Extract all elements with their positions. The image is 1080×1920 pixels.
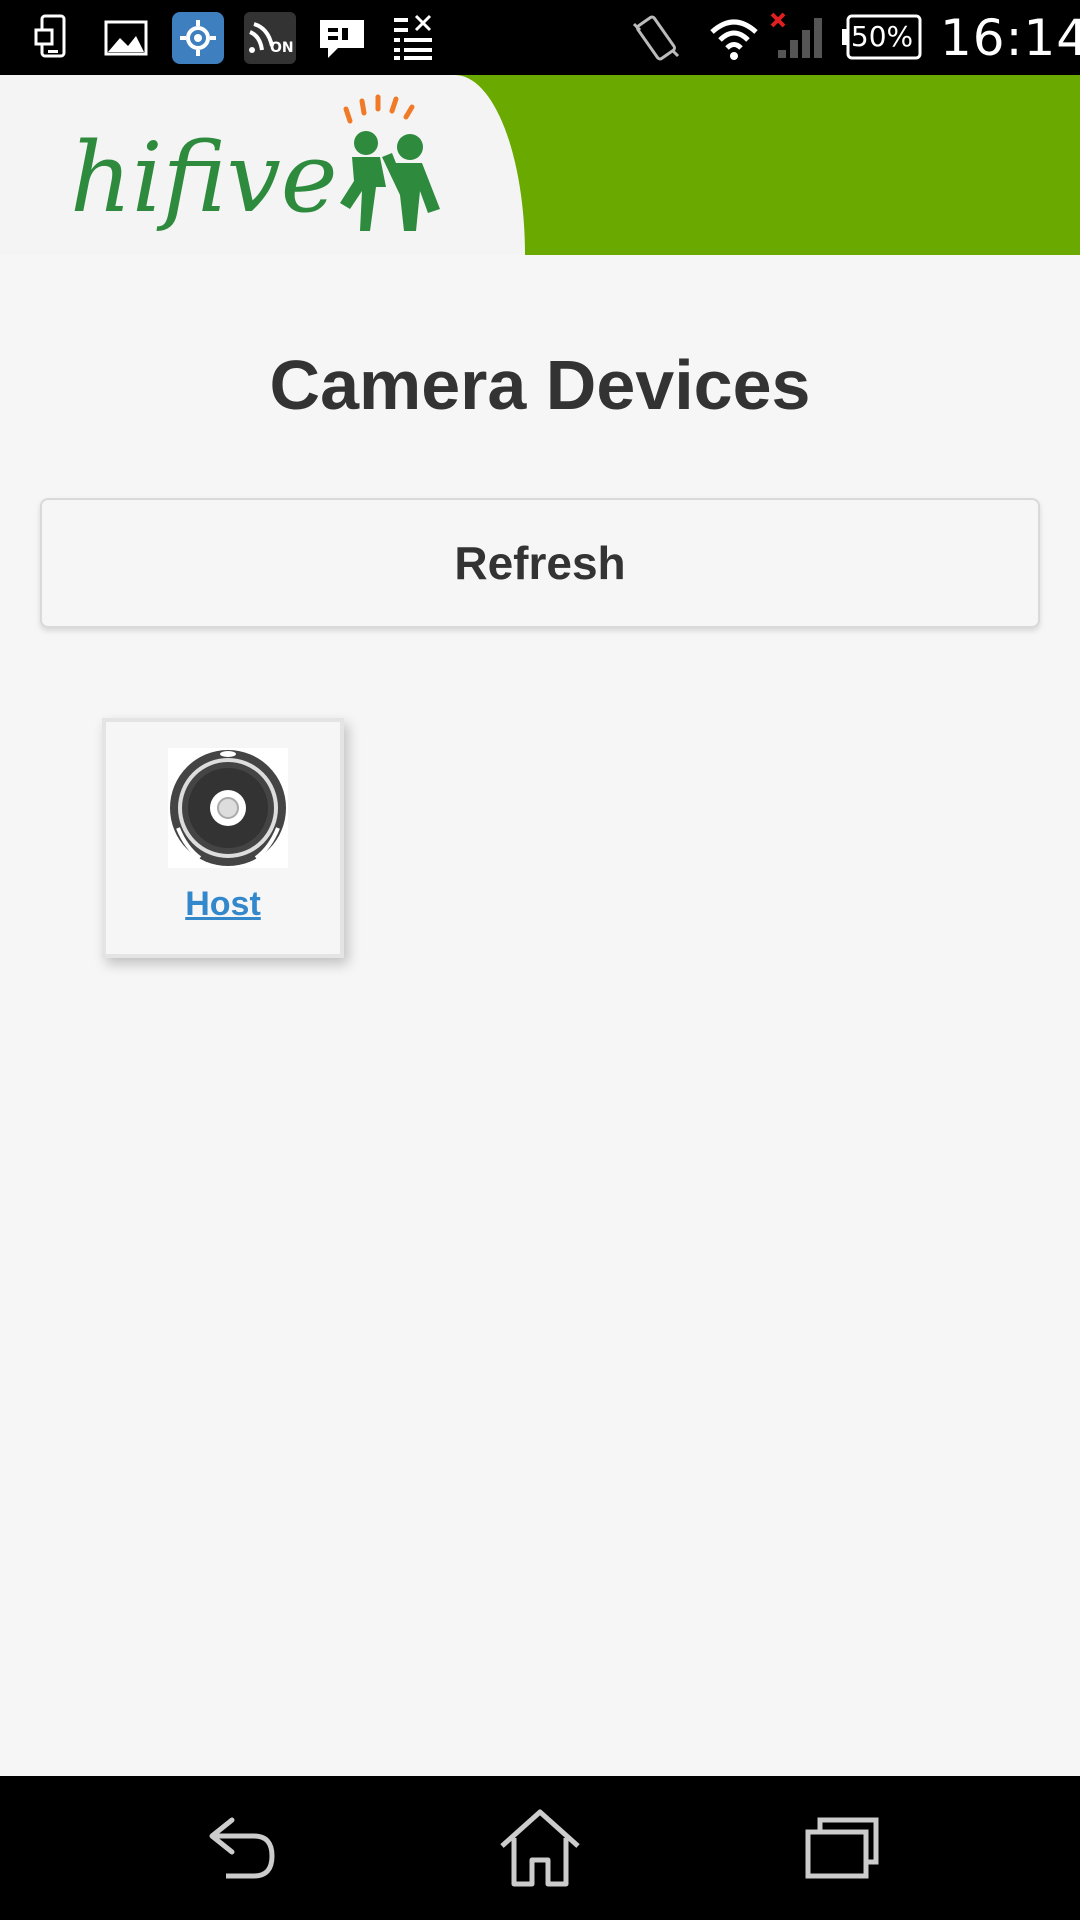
status-bar: ON 50% 16:14: [0, 0, 1080, 75]
wifi-icon: [706, 10, 762, 66]
device-card-host[interactable]: Host: [102, 718, 344, 958]
message-icon: [314, 10, 370, 66]
clock: 16:14: [940, 9, 1080, 67]
logo-area: hifive: [0, 75, 525, 255]
robot-camera-icon[interactable]: [168, 748, 288, 868]
recent-apps-icon[interactable]: [790, 1798, 890, 1898]
home-icon[interactable]: [490, 1798, 590, 1898]
nfc-on-icon: ON: [242, 10, 298, 66]
no-signal-icon: [770, 10, 826, 66]
nfc-label: ON: [270, 40, 294, 56]
refresh-button[interactable]: Refresh: [40, 498, 1040, 628]
settings-gear-icon: [170, 10, 226, 66]
logo-text: hifive: [70, 122, 338, 234]
battery-level: 50%: [850, 20, 914, 53]
vibrate-icon: [628, 10, 684, 66]
hifive-logo: hifive: [70, 94, 440, 234]
clear-list-icon: [386, 10, 442, 66]
back-icon[interactable]: [192, 1798, 292, 1898]
app-header: hifive: [0, 75, 1080, 255]
page-title: Camera Devices: [269, 346, 811, 424]
phone-transfer-icon: [26, 10, 82, 66]
image-icon: [98, 10, 154, 66]
device-link-host[interactable]: Host: [106, 882, 340, 926]
navigation-bar: [0, 1776, 1080, 1920]
